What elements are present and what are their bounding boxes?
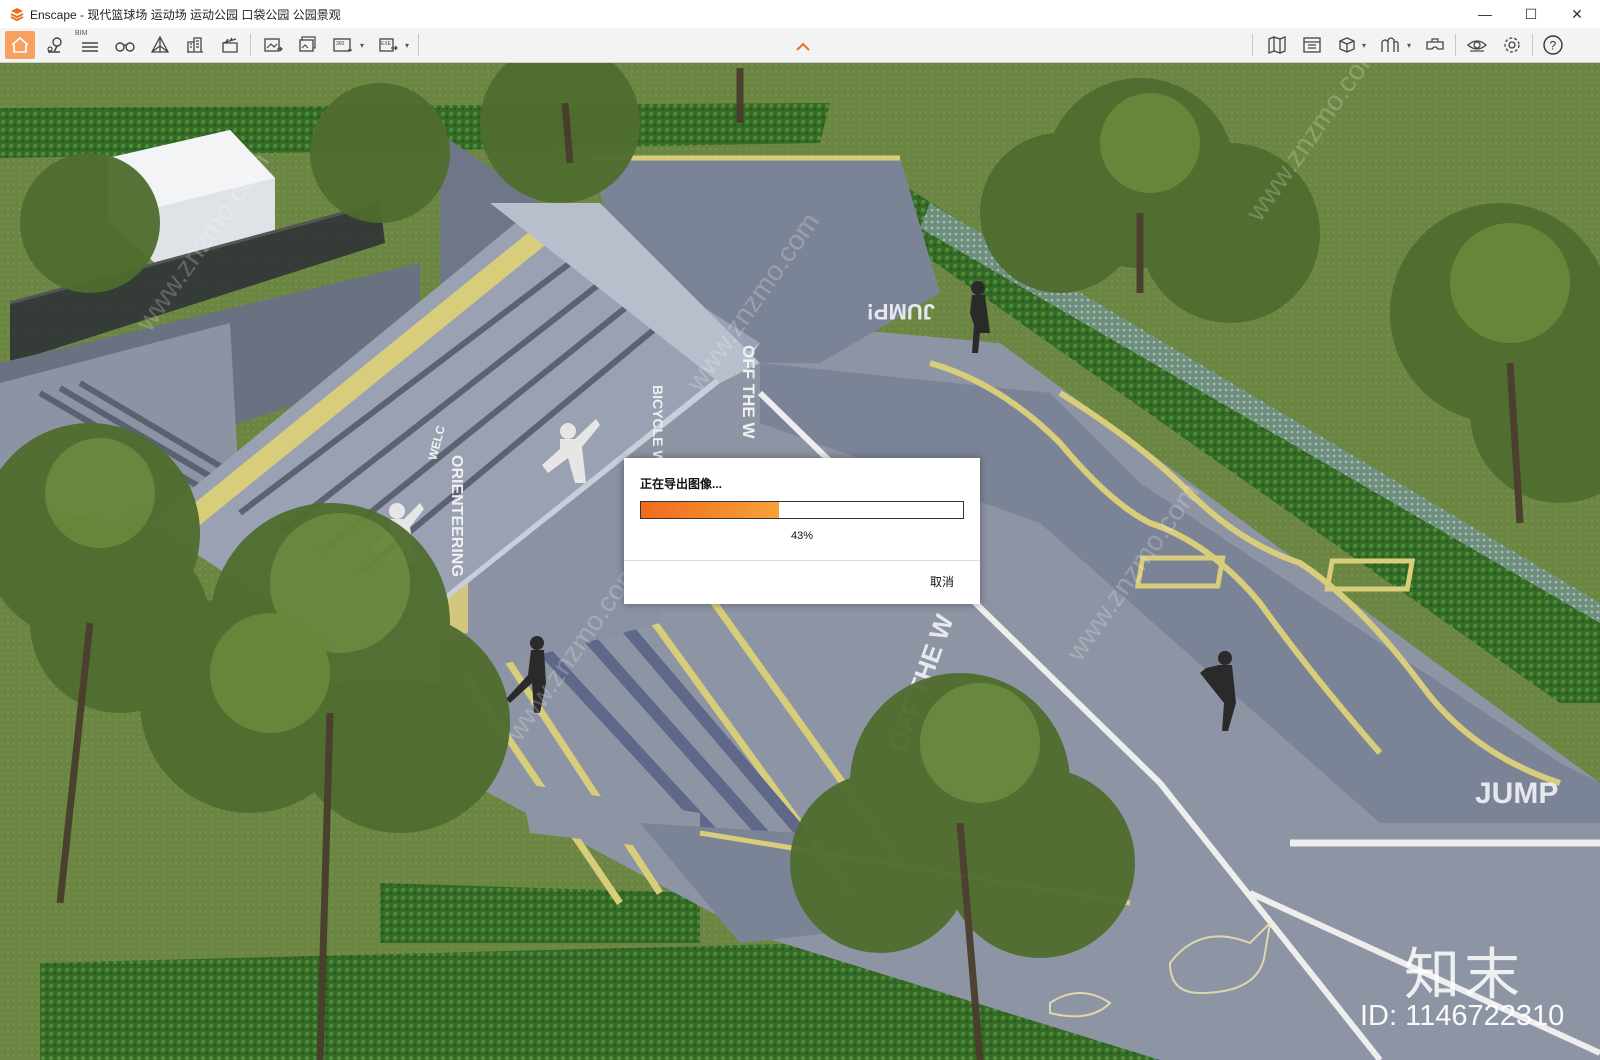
panorama-360-icon[interactable]: 360 — [328, 31, 358, 59]
material-icon[interactable] — [1375, 31, 1405, 59]
box-view-dropdown-icon[interactable]: ▾ — [1362, 41, 1366, 50]
bim-list-icon[interactable]: BIM — [75, 30, 105, 59]
progress-bar — [640, 501, 964, 519]
batch-export-icon[interactable] — [293, 31, 323, 59]
help-icon[interactable]: ? — [1538, 31, 1568, 59]
eye-icon[interactable] — [1462, 31, 1492, 59]
collapse-chevron-icon[interactable] — [795, 42, 811, 52]
minimize-button[interactable]: — — [1462, 0, 1508, 28]
close-button[interactable]: ✕ — [1554, 0, 1600, 28]
dialog-divider — [624, 560, 980, 561]
map-pin-icon[interactable] — [40, 31, 70, 59]
exe-dropdown-icon[interactable]: ▾ — [405, 41, 409, 50]
watermark-logo: 知末 — [1404, 943, 1524, 1008]
jump-sign-top: JUMP! — [867, 299, 935, 324]
maximize-button[interactable]: ☐ — [1508, 0, 1554, 28]
progress-bar-fill — [641, 502, 780, 518]
vr-headset-icon[interactable] — [1420, 31, 1450, 59]
map-icon[interactable] — [1262, 31, 1292, 59]
asset-library-icon[interactable] — [1297, 31, 1327, 59]
cube-perspective-icon[interactable] — [145, 31, 175, 59]
export-progress-dialog: 正在导出图像... 43% 取消 — [624, 458, 980, 604]
box-view-icon[interactable] — [1332, 31, 1362, 59]
svg-text:EXE: EXE — [381, 41, 392, 47]
svg-text:360: 360 — [336, 41, 345, 47]
main-toolbar: BIM 360 ▾ EXE ▾ ▾ ▾ ? — [0, 28, 1600, 63]
window-title: Enscape - 现代篮球场 运动场 运动公园 口袋公园 公园景观 — [30, 7, 341, 22]
buildings-icon[interactable] — [180, 31, 210, 59]
svg-text:?: ? — [1550, 39, 1557, 53]
jump-sign-right: JUMP — [1475, 777, 1558, 810]
dialog-title: 正在导出图像... — [640, 477, 723, 491]
cancel-button[interactable]: 取消 — [930, 573, 954, 590]
enscape-logo-icon — [10, 8, 24, 21]
export-exe-icon[interactable]: EXE — [373, 31, 403, 59]
panorama-dropdown-icon[interactable]: ▾ — [360, 41, 364, 50]
export-image-icon[interactable] — [258, 31, 288, 59]
orienteering-sign: ORIENTEERING — [448, 455, 465, 577]
material-dropdown-icon[interactable]: ▾ — [1407, 41, 1411, 50]
watermark-id: ID: 1146722310 — [1360, 1000, 1565, 1032]
binoculars-icon[interactable] — [110, 31, 140, 59]
clapper-icon[interactable] — [215, 31, 245, 59]
progress-percent: 43% — [790, 530, 814, 542]
settings-icon[interactable] — [1497, 31, 1527, 59]
off-the-wall-sign: OFF THE W — [739, 345, 758, 439]
title-bar: Enscape - 现代篮球场 运动场 运动公园 口袋公园 公园景观 — ☐ ✕ — [0, 0, 1600, 28]
bim-label: BIM — [75, 30, 88, 37]
home-icon[interactable] — [5, 31, 35, 59]
bicycle-sign: BICYCLE W — [650, 385, 666, 464]
